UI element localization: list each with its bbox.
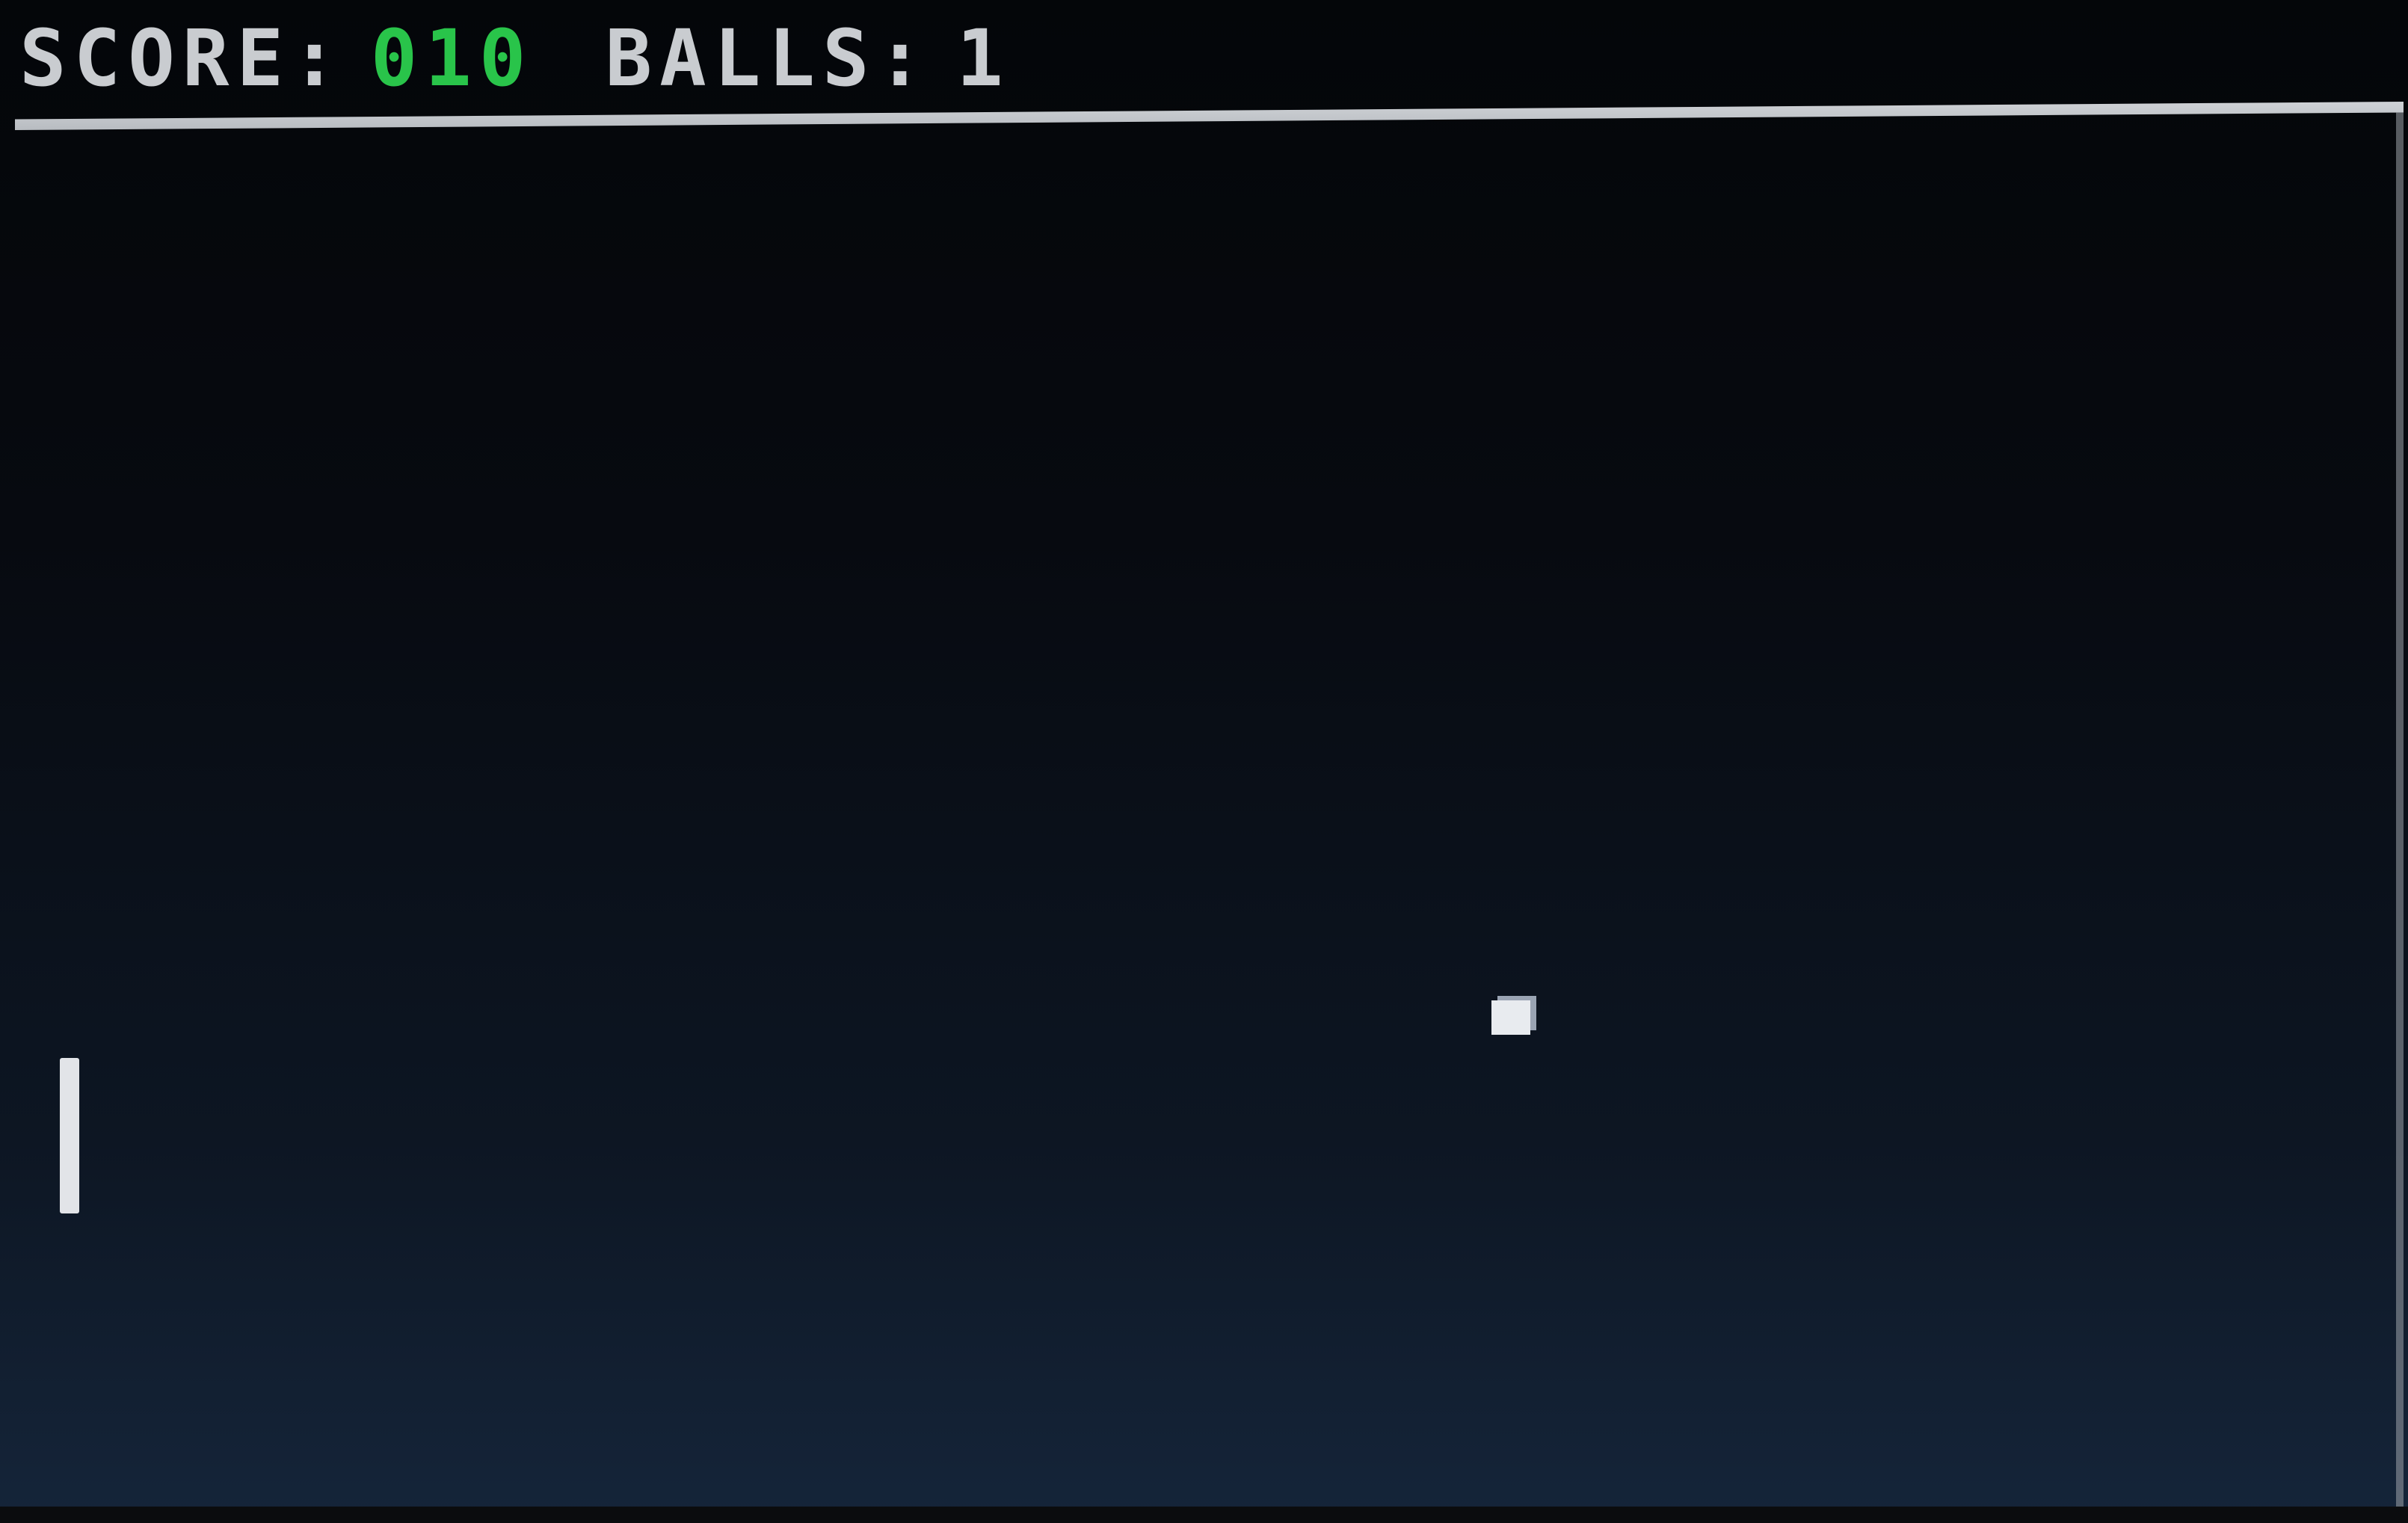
balls-value: 1 <box>956 13 1011 104</box>
score-value: 010 <box>370 13 534 104</box>
player-paddle[interactable] <box>60 1058 79 1213</box>
hud: SCORE: 010 BALLS: 1 <box>19 13 1011 103</box>
score-label: SCORE: <box>19 13 345 104</box>
right-wall <box>2396 112 2404 1510</box>
game-screen[interactable]: SCORE: 010 BALLS: 1 <box>0 0 2408 1523</box>
ball <box>1491 1000 1530 1035</box>
balls-label: BALLS: <box>605 13 932 104</box>
top-wall <box>15 102 2404 130</box>
